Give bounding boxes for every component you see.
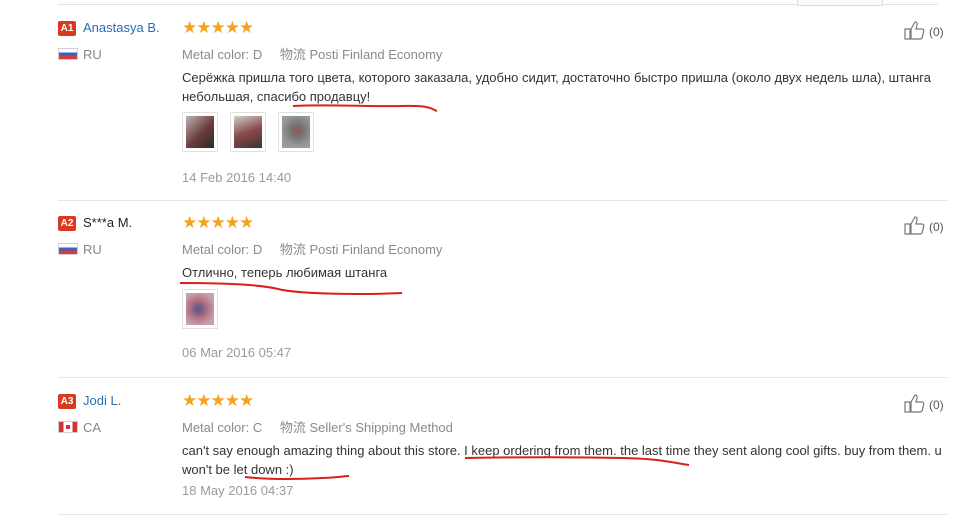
star-rating: ★★★★★ bbox=[182, 213, 254, 232]
shipping-method: Seller's Shipping Method bbox=[309, 420, 453, 435]
reviewer-country: RU bbox=[58, 242, 102, 257]
country-code: CA bbox=[83, 420, 102, 435]
review-photo-thumbnail[interactable] bbox=[230, 112, 266, 152]
metal-color-value: D bbox=[252, 47, 263, 62]
reviewer-level-badge: A1 bbox=[58, 21, 76, 36]
metal-color-label: Metal color: bbox=[182, 47, 250, 62]
review-text: can't say enough amazing thing about thi… bbox=[182, 443, 942, 477]
reviewer-country: CA bbox=[58, 420, 101, 435]
reviewer-country: RU bbox=[58, 47, 102, 62]
metal-color-label: Metal color: bbox=[182, 420, 250, 435]
shipping-method: Posti Finland Economy bbox=[309, 242, 443, 257]
country-code: RU bbox=[83, 242, 102, 257]
thumbs-up-icon[interactable] bbox=[904, 20, 926, 40]
review-photo-thumbnail[interactable] bbox=[278, 112, 314, 152]
star-rating: ★★★★★ bbox=[182, 18, 254, 37]
review-item: A1 Anastasya B. RU ★★★★★ Metal color: D … bbox=[58, 18, 948, 190]
star-rating: ★★★★★ bbox=[182, 391, 254, 410]
canada-flag-icon bbox=[58, 421, 78, 433]
reviewer-level-badge: A3 bbox=[58, 394, 76, 409]
helpful-count: (0) bbox=[929, 25, 944, 39]
helpful-vote[interactable]: (0) bbox=[904, 215, 944, 235]
helpful-count: (0) bbox=[929, 398, 944, 412]
metal-color-value: D bbox=[252, 242, 263, 257]
metal-color-value: C bbox=[252, 420, 263, 435]
pagination-tab-edge[interactable] bbox=[797, 0, 883, 6]
metal-color-label: Metal color: bbox=[182, 242, 250, 257]
review-text: Отлично, теперь любимая штанга bbox=[182, 265, 388, 280]
review-text: Серёжка пришла того цвета, которого зака… bbox=[182, 70, 931, 104]
review-item: A2 S***a M. RU ★★★★★ Metal color: D 物流 P… bbox=[58, 213, 948, 370]
thumbs-up-icon[interactable] bbox=[904, 393, 926, 413]
reviewer-name: S***a M. bbox=[83, 215, 133, 230]
review-item: A3 Jodi L. CA ★★★★★ Metal color: C 物流 Se… bbox=[58, 391, 948, 513]
logistics-label: 物流 bbox=[279, 47, 306, 62]
review-date: 14 Feb 2016 14:40 bbox=[182, 170, 292, 185]
helpful-vote[interactable]: (0) bbox=[904, 20, 944, 40]
reviewer-name[interactable]: Jodi L. bbox=[83, 393, 121, 408]
review-date: 18 May 2016 04:37 bbox=[182, 483, 294, 498]
reviewer-level-badge: A2 bbox=[58, 216, 76, 231]
country-code: RU bbox=[83, 47, 102, 62]
thumbs-up-icon[interactable] bbox=[904, 215, 926, 235]
review-photo-thumbnail[interactable] bbox=[182, 289, 218, 329]
helpful-vote[interactable]: (0) bbox=[904, 393, 944, 413]
review-divider bbox=[58, 514, 948, 515]
order-info: Metal color: D 物流 Posti Finland Economy bbox=[182, 239, 442, 258]
logistics-label: 物流 bbox=[279, 242, 306, 257]
order-info: Metal color: D 物流 Posti Finland Economy bbox=[182, 44, 442, 63]
review-date: 06 Mar 2016 05:47 bbox=[182, 345, 292, 360]
reviewer-name[interactable]: Anastasya B. bbox=[83, 20, 160, 35]
review-photo-thumbnail[interactable] bbox=[182, 112, 218, 152]
russia-flag-icon bbox=[58, 48, 78, 60]
review-divider bbox=[58, 200, 948, 201]
logistics-label: 物流 bbox=[279, 420, 306, 435]
review-divider bbox=[58, 377, 948, 378]
order-info: Metal color: C 物流 Seller's Shipping Meth… bbox=[182, 417, 453, 436]
shipping-method: Posti Finland Economy bbox=[309, 47, 443, 62]
helpful-count: (0) bbox=[929, 220, 944, 234]
russia-flag-icon bbox=[58, 243, 78, 255]
